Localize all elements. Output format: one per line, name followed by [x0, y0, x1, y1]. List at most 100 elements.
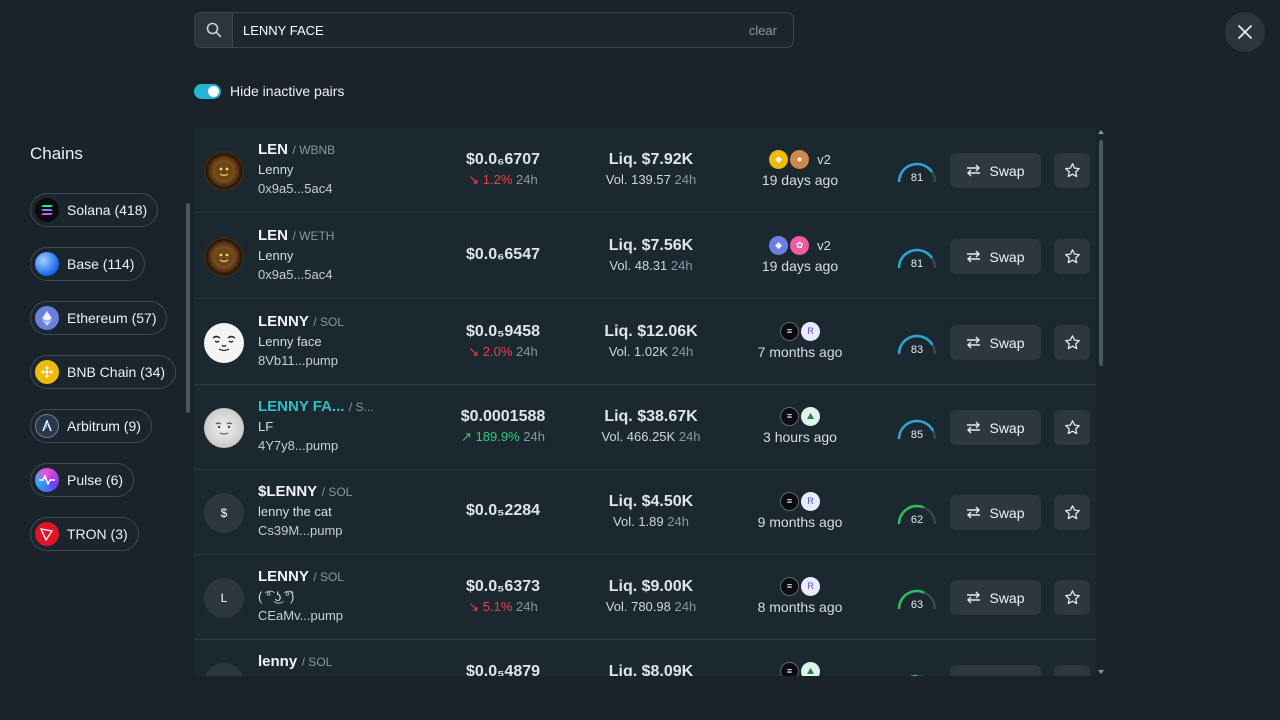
chain-label: Ethereum (57) — [67, 310, 157, 326]
liquidity: Liq. $7.92K — [608, 151, 694, 168]
token-address[interactable]: 0x9a5...5ac4 — [258, 265, 334, 284]
scroll-down-arrow[interactable] — [1098, 670, 1104, 674]
chain-label: Pulse (6) — [67, 472, 124, 488]
token-price: $0.0₅4879 — [465, 663, 541, 676]
favorite-button[interactable] — [1054, 495, 1090, 530]
token-name: ( ͡° ͜ʖ ͡°) — [258, 589, 295, 604]
change-period: 24h — [516, 599, 538, 614]
token-address[interactable]: 0x9a5...5ac4 — [258, 179, 335, 198]
price-change: 189.9% — [475, 429, 520, 444]
swap-icon — [967, 164, 981, 177]
token-price: $0.0001588 — [460, 408, 546, 425]
bnb-chain-icon: ◆ — [769, 149, 789, 169]
token-logo — [204, 323, 244, 363]
chain-filter-bnb[interactable]: BNB Chain (34) — [30, 355, 177, 389]
swap-label: Swap — [989, 334, 1025, 351]
chain-filter-solana[interactable]: Solana (418) — [30, 193, 159, 227]
chain-filter-tron[interactable]: TRON (3) — [30, 517, 139, 551]
results-scrollbar[interactable] — [1097, 128, 1106, 676]
favorite-button[interactable] — [1054, 410, 1090, 445]
ethereum-chain-icon: ◆ — [769, 235, 789, 255]
favorite-button[interactable] — [1054, 153, 1090, 188]
star-icon — [1064, 163, 1080, 178]
pair-age: 19 days ago — [761, 258, 839, 274]
swap-button[interactable]: Swap — [950, 410, 1041, 445]
swap-button[interactable]: Swap — [950, 495, 1041, 530]
sidebar-scrollbar-thumb[interactable] — [186, 203, 190, 413]
token-address[interactable]: 4Y7y8...pump — [258, 436, 374, 455]
swap-label: Swap — [989, 504, 1025, 521]
swap-icon — [967, 591, 981, 604]
price-change: 1.2% — [482, 172, 513, 187]
volume-period: 24h — [674, 172, 697, 187]
swap-button[interactable]: Swap — [950, 153, 1041, 188]
hide-inactive-pairs-toggle[interactable] — [194, 83, 221, 99]
pair-row[interactable]: LEN / WBNB Lenny 0x9a5...5ac4 $0.0₆6707 ↘ 1… — [194, 128, 1096, 213]
search-bar: clear — [194, 12, 794, 48]
token-address[interactable]: Cs39M...pump — [258, 521, 352, 540]
chain-filter-pulse[interactable]: Pulse (6) — [30, 463, 135, 497]
score-value: 63 — [911, 599, 923, 611]
pancakeswap-icon: ● — [790, 149, 810, 169]
pumpswap-icon: ⛰ — [801, 406, 820, 426]
favorite-button[interactable] — [1054, 580, 1090, 615]
token-symbol[interactable]: LEN — [258, 227, 288, 244]
favorite-button[interactable] — [1054, 239, 1090, 274]
pair-age: 7 months ago — [757, 344, 843, 360]
quote-token: / SOL — [313, 315, 344, 329]
swap-button[interactable]: Swap — [950, 325, 1041, 360]
down-arrow-icon: ↘ — [468, 172, 480, 187]
token-address[interactable]: 8Vb11...pump — [258, 351, 344, 370]
quote-token: / SOL — [301, 655, 333, 669]
results-scrollbar-thumb[interactable] — [1099, 140, 1103, 366]
chain-filter-ethereum[interactable]: Ethereum (57) — [30, 301, 168, 335]
solana-chain-icon: ≡ — [780, 321, 799, 341]
token-address[interactable]: CEaMv...pump — [258, 606, 344, 625]
pair-row[interactable]: L LENNY / SOL ( ͡° ͜ʖ ͡°) CEaMv...pump $0.… — [194, 555, 1096, 640]
chains-title: Chains — [30, 144, 83, 163]
volume: Vol. 139.57 — [605, 172, 671, 187]
pair-row[interactable]: LENNY FA... / S... LF 4Y7y8...pump $0.0001… — [194, 385, 1096, 470]
token-name: Lenny — [258, 162, 294, 177]
swap-button[interactable] — [950, 665, 1041, 676]
close-button[interactable] — [1225, 12, 1265, 52]
pair-row[interactable]: $ $LENNY / SOL lenny the cat Cs39M...pump … — [194, 470, 1096, 555]
pair-row[interactable]: LEN / WETH Lenny 0x9a5...5ac4 $0.0₆6547 Li… — [194, 214, 1096, 299]
liquidity: Liq. $12.06K — [604, 323, 698, 340]
clear-search-button[interactable]: clear — [749, 23, 777, 38]
sidebar-scrollbar[interactable] — [185, 195, 191, 550]
swap-label: Swap — [989, 419, 1025, 436]
change-period: 24h — [516, 344, 538, 359]
down-arrow-icon: ↘ — [468, 599, 480, 614]
pair-row[interactable]: lenny / SOL $0.0₅4879 Liq. $8.09K ≡ ⛰ — [194, 640, 1096, 676]
dex-version: v2 — [817, 237, 831, 253]
swap-icon — [967, 506, 981, 519]
volume: Vol. 1.89 — [613, 514, 664, 529]
score-gauge: 63 — [897, 589, 937, 611]
token-symbol[interactable]: LENNY — [258, 313, 309, 330]
swap-button[interactable]: Swap — [950, 239, 1041, 274]
liquidity: Liq. $8.09K — [608, 663, 694, 676]
favorite-button[interactable] — [1054, 325, 1090, 360]
search-icon[interactable] — [195, 13, 233, 47]
star-icon — [1064, 249, 1080, 264]
liquidity: Liq. $9.00K — [608, 578, 694, 595]
token-name: LF — [258, 419, 274, 434]
score-gauge: 83 — [897, 334, 937, 356]
token-symbol[interactable]: LENNY FA... — [258, 398, 344, 415]
token-symbol[interactable]: lenny — [258, 653, 297, 670]
chain-filter-base[interactable]: Base (114) — [30, 247, 146, 281]
solana-chain-icon: ≡ — [780, 661, 799, 676]
search-input[interactable] — [233, 13, 749, 47]
pair-row[interactable]: LENNY / SOL Lenny face 8Vb11...pump $0.0₅9… — [194, 300, 1096, 385]
liquidity: Liq. $38.67K — [604, 408, 698, 425]
chain-filter-arbitrum[interactable]: Arbitrum (9) — [30, 409, 152, 443]
chain-filter-list: Solana (418) Base (114) Ethereum (57) BN… — [30, 193, 177, 571]
solana-chain-icon: ≡ — [780, 576, 799, 596]
scroll-up-arrow[interactable] — [1098, 130, 1104, 134]
swap-button[interactable]: Swap — [950, 580, 1041, 615]
token-symbol[interactable]: LEN — [258, 141, 288, 158]
token-symbol[interactable]: $LENNY — [258, 483, 317, 500]
token-symbol[interactable]: LENNY — [258, 568, 309, 585]
favorite-button[interactable] — [1054, 665, 1090, 676]
